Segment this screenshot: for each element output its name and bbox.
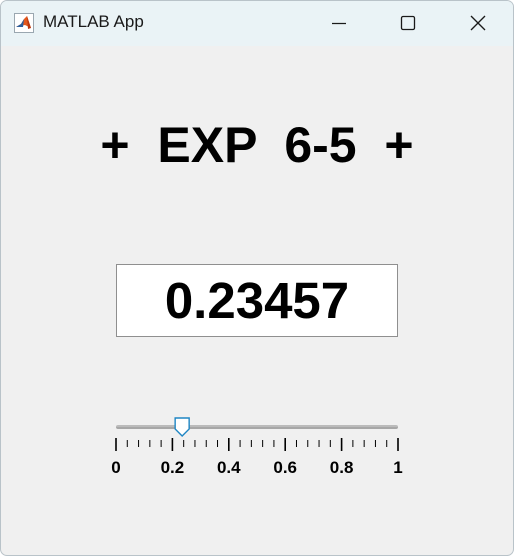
slider-tick-label: 0.6 — [273, 458, 297, 477]
value-slider[interactable]: 0 0.2 0.4 0.6 0.8 1 — [101, 411, 421, 486]
slider-thumb[interactable] — [174, 417, 190, 437]
value-display-field[interactable]: 0.23457 — [116, 264, 398, 337]
title-bar[interactable]: MATLAB App — [1, 1, 513, 46]
slider-tick-label: 0.4 — [217, 458, 241, 477]
maximize-icon — [400, 15, 416, 31]
window-title: MATLAB App — [43, 12, 144, 31]
slider-tick-label: 0 — [111, 458, 120, 477]
maximize-button[interactable] — [373, 1, 443, 46]
app-window: MATLAB App + EXP 6-5 + 0.23457 0 0.2 0.4 0.… — [0, 0, 514, 556]
close-icon — [470, 15, 486, 31]
slider-tick-label: 1 — [393, 458, 402, 477]
minimize-icon — [332, 22, 346, 25]
slider-tick-label: 0.2 — [161, 458, 185, 477]
close-button[interactable] — [443, 1, 513, 46]
minimize-button[interactable] — [304, 1, 374, 46]
matlab-logo-icon — [14, 13, 34, 33]
slider-tick-label: 0.8 — [330, 458, 354, 477]
experiment-heading: + EXP 6-5 + — [100, 117, 414, 173]
